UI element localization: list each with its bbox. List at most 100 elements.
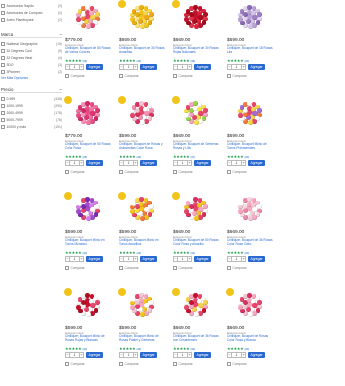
add-to-cart-button[interactable]: Agregar xyxy=(86,64,103,70)
add-to-cart-button[interactable]: Agregar xyxy=(194,352,211,358)
quantity-input[interactable]: 1 xyxy=(178,352,187,358)
compare-checkbox[interactable]: Comparar xyxy=(173,74,193,78)
quantity-input[interactable]: 1 xyxy=(232,352,241,358)
compare-checkbox[interactable]: Comparar xyxy=(119,266,139,270)
product-name-link[interactable]: Chilliquer, Bouquet de Rosas Color Rosa … xyxy=(227,334,273,343)
checkbox-icon[interactable] xyxy=(227,74,231,78)
quantity-input[interactable]: 1 xyxy=(70,160,79,166)
filter-option[interactable]: 0-999 (438) xyxy=(0,95,62,102)
quantity-input[interactable]: 1 xyxy=(70,64,79,70)
filter-option[interactable]: 3DO (3) xyxy=(0,61,62,68)
increase-qty-button[interactable]: + xyxy=(241,160,246,166)
checkbox-icon[interactable] xyxy=(65,362,69,366)
add-to-cart-button[interactable]: Agregar xyxy=(194,64,211,70)
quantity-input[interactable]: 1 xyxy=(178,256,187,262)
price-filter-header[interactable]: Precio – xyxy=(0,86,62,93)
checkbox-icon[interactable] xyxy=(1,96,5,101)
checkbox-icon[interactable] xyxy=(1,103,5,108)
checkbox-icon[interactable] xyxy=(227,266,231,270)
product-name-link[interactable]: Chilliquer, Bouquet de Rosas y Astromeli… xyxy=(119,142,165,151)
quantity-input[interactable]: 1 xyxy=(232,256,241,262)
checkbox-icon[interactable] xyxy=(1,69,5,74)
more-options-link[interactable]: Ver Más Opciones xyxy=(0,75,62,81)
add-to-cart-button[interactable]: Agregar xyxy=(194,160,211,166)
product-image[interactable] xyxy=(172,288,216,324)
product-image[interactable] xyxy=(118,0,162,36)
quantity-input[interactable]: 1 xyxy=(178,64,187,70)
increase-qty-button[interactable]: + xyxy=(133,160,138,166)
quantity-input[interactable]: 1 xyxy=(124,256,133,262)
filter-option[interactable]: 32 Degrees Cool (5) xyxy=(0,47,62,54)
add-to-cart-button[interactable]: Agregar xyxy=(140,64,157,70)
product-image[interactable] xyxy=(172,0,216,36)
compare-checkbox[interactable]: Comparar xyxy=(119,74,139,78)
product-name-link[interactable]: Chilliquer, Bouquet de 50 Rosas Color Ro… xyxy=(65,142,111,151)
checkbox-icon[interactable] xyxy=(119,362,123,366)
product-image[interactable] xyxy=(172,192,216,228)
compare-checkbox[interactable]: Comparar xyxy=(173,170,193,174)
checkbox-icon[interactable] xyxy=(119,170,123,174)
compare-checkbox[interactable]: Comparar xyxy=(65,362,85,366)
product-name-link[interactable]: Chilliquer, Bouquet Mixto en Tonos Morad… xyxy=(65,238,111,247)
checkbox-icon[interactable] xyxy=(1,62,5,67)
compare-checkbox[interactable]: Comparar xyxy=(227,266,247,270)
compare-checkbox[interactable]: Comparar xyxy=(65,170,85,174)
product-name-link[interactable]: Chilliquer, Bouquet Mixto de Rosas Rojas… xyxy=(65,334,111,343)
product-image[interactable] xyxy=(64,0,108,36)
increase-qty-button[interactable]: + xyxy=(241,256,246,262)
product-name-link[interactable]: Chilliquer, Bouquet de 50 Rosas Color Ro… xyxy=(173,238,219,247)
checkbox-icon[interactable] xyxy=(65,170,69,174)
increase-qty-button[interactable]: + xyxy=(187,352,192,358)
increase-qty-button[interactable]: + xyxy=(187,64,192,70)
filter-option[interactable]: 32 Degrees Heat (4) xyxy=(0,54,62,61)
product-image[interactable] xyxy=(118,192,162,228)
collapse-icon[interactable]: – xyxy=(60,32,62,37)
quantity-input[interactable]: 1 xyxy=(232,160,241,166)
filter-option[interactable]: 3Pioneer (2) xyxy=(0,68,62,75)
checkbox-icon[interactable] xyxy=(1,17,5,22)
checkbox-icon[interactable] xyxy=(119,266,123,270)
brand-filter-header[interactable]: Marca – xyxy=(0,31,62,38)
add-to-cart-button[interactable]: Agregar xyxy=(86,352,103,358)
product-image[interactable] xyxy=(172,96,216,132)
compare-checkbox[interactable]: Comparar xyxy=(119,170,139,174)
add-to-cart-button[interactable]: Agregar xyxy=(86,160,103,166)
collapse-icon[interactable]: – xyxy=(60,87,62,92)
product-image[interactable] xyxy=(64,192,108,228)
add-to-cart-button[interactable]: Agregar xyxy=(194,256,211,262)
compare-checkbox[interactable]: Comparar xyxy=(173,362,193,366)
product-image[interactable] xyxy=(226,288,270,324)
checkbox-icon[interactable] xyxy=(227,362,231,366)
filter-option[interactable]: 10000 y más (191) xyxy=(0,123,62,130)
filter-option[interactable]: 1000-1999 (290) xyxy=(0,102,62,109)
quantity-input[interactable]: 1 xyxy=(178,160,187,166)
add-to-cart-button[interactable]: Agregar xyxy=(248,64,265,70)
increase-qty-button[interactable]: + xyxy=(79,64,84,70)
increase-qty-button[interactable]: + xyxy=(241,352,246,358)
checkbox-icon[interactable] xyxy=(1,3,5,8)
product-image[interactable] xyxy=(226,192,270,228)
checkbox-icon[interactable] xyxy=(227,170,231,174)
add-to-cart-button[interactable]: Agregar xyxy=(248,256,265,262)
compare-checkbox[interactable]: Comparar xyxy=(65,74,85,78)
product-name-link[interactable]: Chilliquer, Bouquet de 30 Rosas Rojas Na… xyxy=(173,46,219,55)
quantity-input[interactable]: 1 xyxy=(232,64,241,70)
quantity-input[interactable]: 1 xyxy=(70,352,79,358)
add-to-cart-button[interactable]: Agregar xyxy=(140,352,157,358)
increase-qty-button[interactable]: + xyxy=(79,352,84,358)
add-to-cart-button[interactable]: Agregar xyxy=(86,256,103,262)
product-image[interactable] xyxy=(226,0,270,36)
increase-qty-button[interactable]: + xyxy=(241,64,246,70)
checkbox-icon[interactable] xyxy=(1,110,5,115)
filter-option[interactable]: 2000-4999 (178) xyxy=(0,109,62,116)
filter-option[interactable]: National Geographic (19) xyxy=(0,40,62,47)
add-to-cart-button[interactable]: Agregar xyxy=(248,352,265,358)
compare-checkbox[interactable]: Comparar xyxy=(227,74,247,78)
product-name-link[interactable]: Chilliquer, Bouquet de Gerberas Rosas y … xyxy=(173,142,219,151)
checkbox-icon[interactable] xyxy=(1,41,5,46)
quantity-input[interactable]: 1 xyxy=(124,64,133,70)
checkbox-icon[interactable] xyxy=(65,74,69,78)
quantity-input[interactable]: 1 xyxy=(124,160,133,166)
checkbox-icon[interactable] xyxy=(1,55,5,60)
increase-qty-button[interactable]: + xyxy=(79,256,84,262)
